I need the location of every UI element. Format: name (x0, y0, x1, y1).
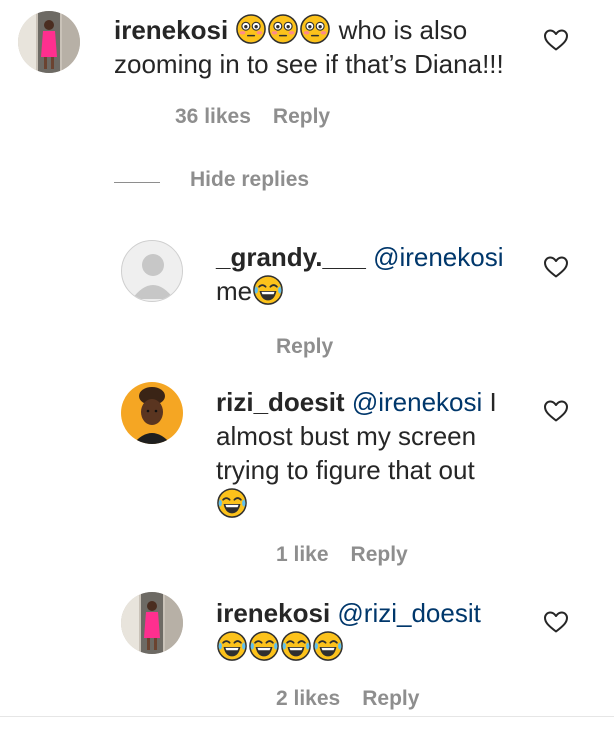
reply-button[interactable]: Reply (273, 105, 330, 128)
reply-body: me (216, 276, 253, 306)
likes-count[interactable]: 36 likes (175, 105, 251, 128)
heart-icon[interactable] (543, 399, 569, 423)
laughing-crying-emoji (216, 489, 248, 519)
comment-username[interactable]: irenekosi (114, 15, 228, 45)
replies-divider (114, 182, 160, 183)
reply-meta: Reply (276, 335, 355, 359)
reply-button[interactable]: Reply (276, 335, 333, 358)
avatar[interactable] (121, 240, 183, 302)
reply-text: irenekosi @rizi_doesit (216, 596, 536, 664)
avatar[interactable] (121, 592, 183, 654)
avatar[interactable] (18, 11, 80, 73)
mention-link[interactable]: @rizi_doesit (337, 598, 480, 628)
laughing-crying-emoji (216, 632, 344, 662)
heart-icon[interactable] (543, 255, 569, 279)
reply-username[interactable]: rizi_doesit (216, 387, 345, 417)
reply-meta: 2 likes Reply (276, 687, 441, 711)
reply-text: _grandy.___ @irenekosi me (216, 240, 536, 308)
comment-text: irenekosi who is also zooming in to see … (114, 13, 534, 81)
reply-username[interactable]: irenekosi (216, 598, 330, 628)
likes-count[interactable]: 1 like (276, 543, 329, 566)
laughing-crying-emoji (252, 276, 284, 306)
heart-icon[interactable] (543, 610, 569, 634)
reply-irenekosi: irenekosi @rizi_doesit 2 likes Reply (0, 590, 614, 716)
comment-irenekosi: irenekosi who is also zooming in to see … (0, 0, 614, 150)
reply-grandy: _grandy.___ @irenekosi me Reply (0, 230, 614, 360)
reply-body-line2: almost bust my screen (216, 421, 477, 451)
reply-button[interactable]: Reply (351, 543, 408, 566)
reply-rizi: rizi_doesit @irenekosi I almost bust my … (0, 380, 614, 580)
flushed-face-emoji (235, 15, 331, 45)
likes-count[interactable]: 2 likes (276, 687, 340, 710)
reply-button[interactable]: Reply (362, 687, 419, 710)
reply-body-line1: I (482, 387, 497, 417)
reply-text: rizi_doesit @irenekosi I almost bust my … (216, 385, 516, 521)
reply-meta: 1 like Reply (276, 543, 430, 567)
comment-meta: 36 likes Reply (175, 105, 352, 129)
mention-link[interactable]: @irenekosi (352, 387, 482, 417)
bottom-divider (0, 716, 614, 717)
reply-body-line3: trying to figure that out (216, 455, 475, 485)
reply-username[interactable]: _grandy.___ (216, 242, 366, 272)
avatar[interactable] (121, 382, 183, 444)
mention-link[interactable]: @irenekosi (373, 242, 503, 272)
heart-icon[interactable] (543, 28, 569, 52)
hide-replies-button[interactable]: Hide replies (190, 168, 309, 192)
